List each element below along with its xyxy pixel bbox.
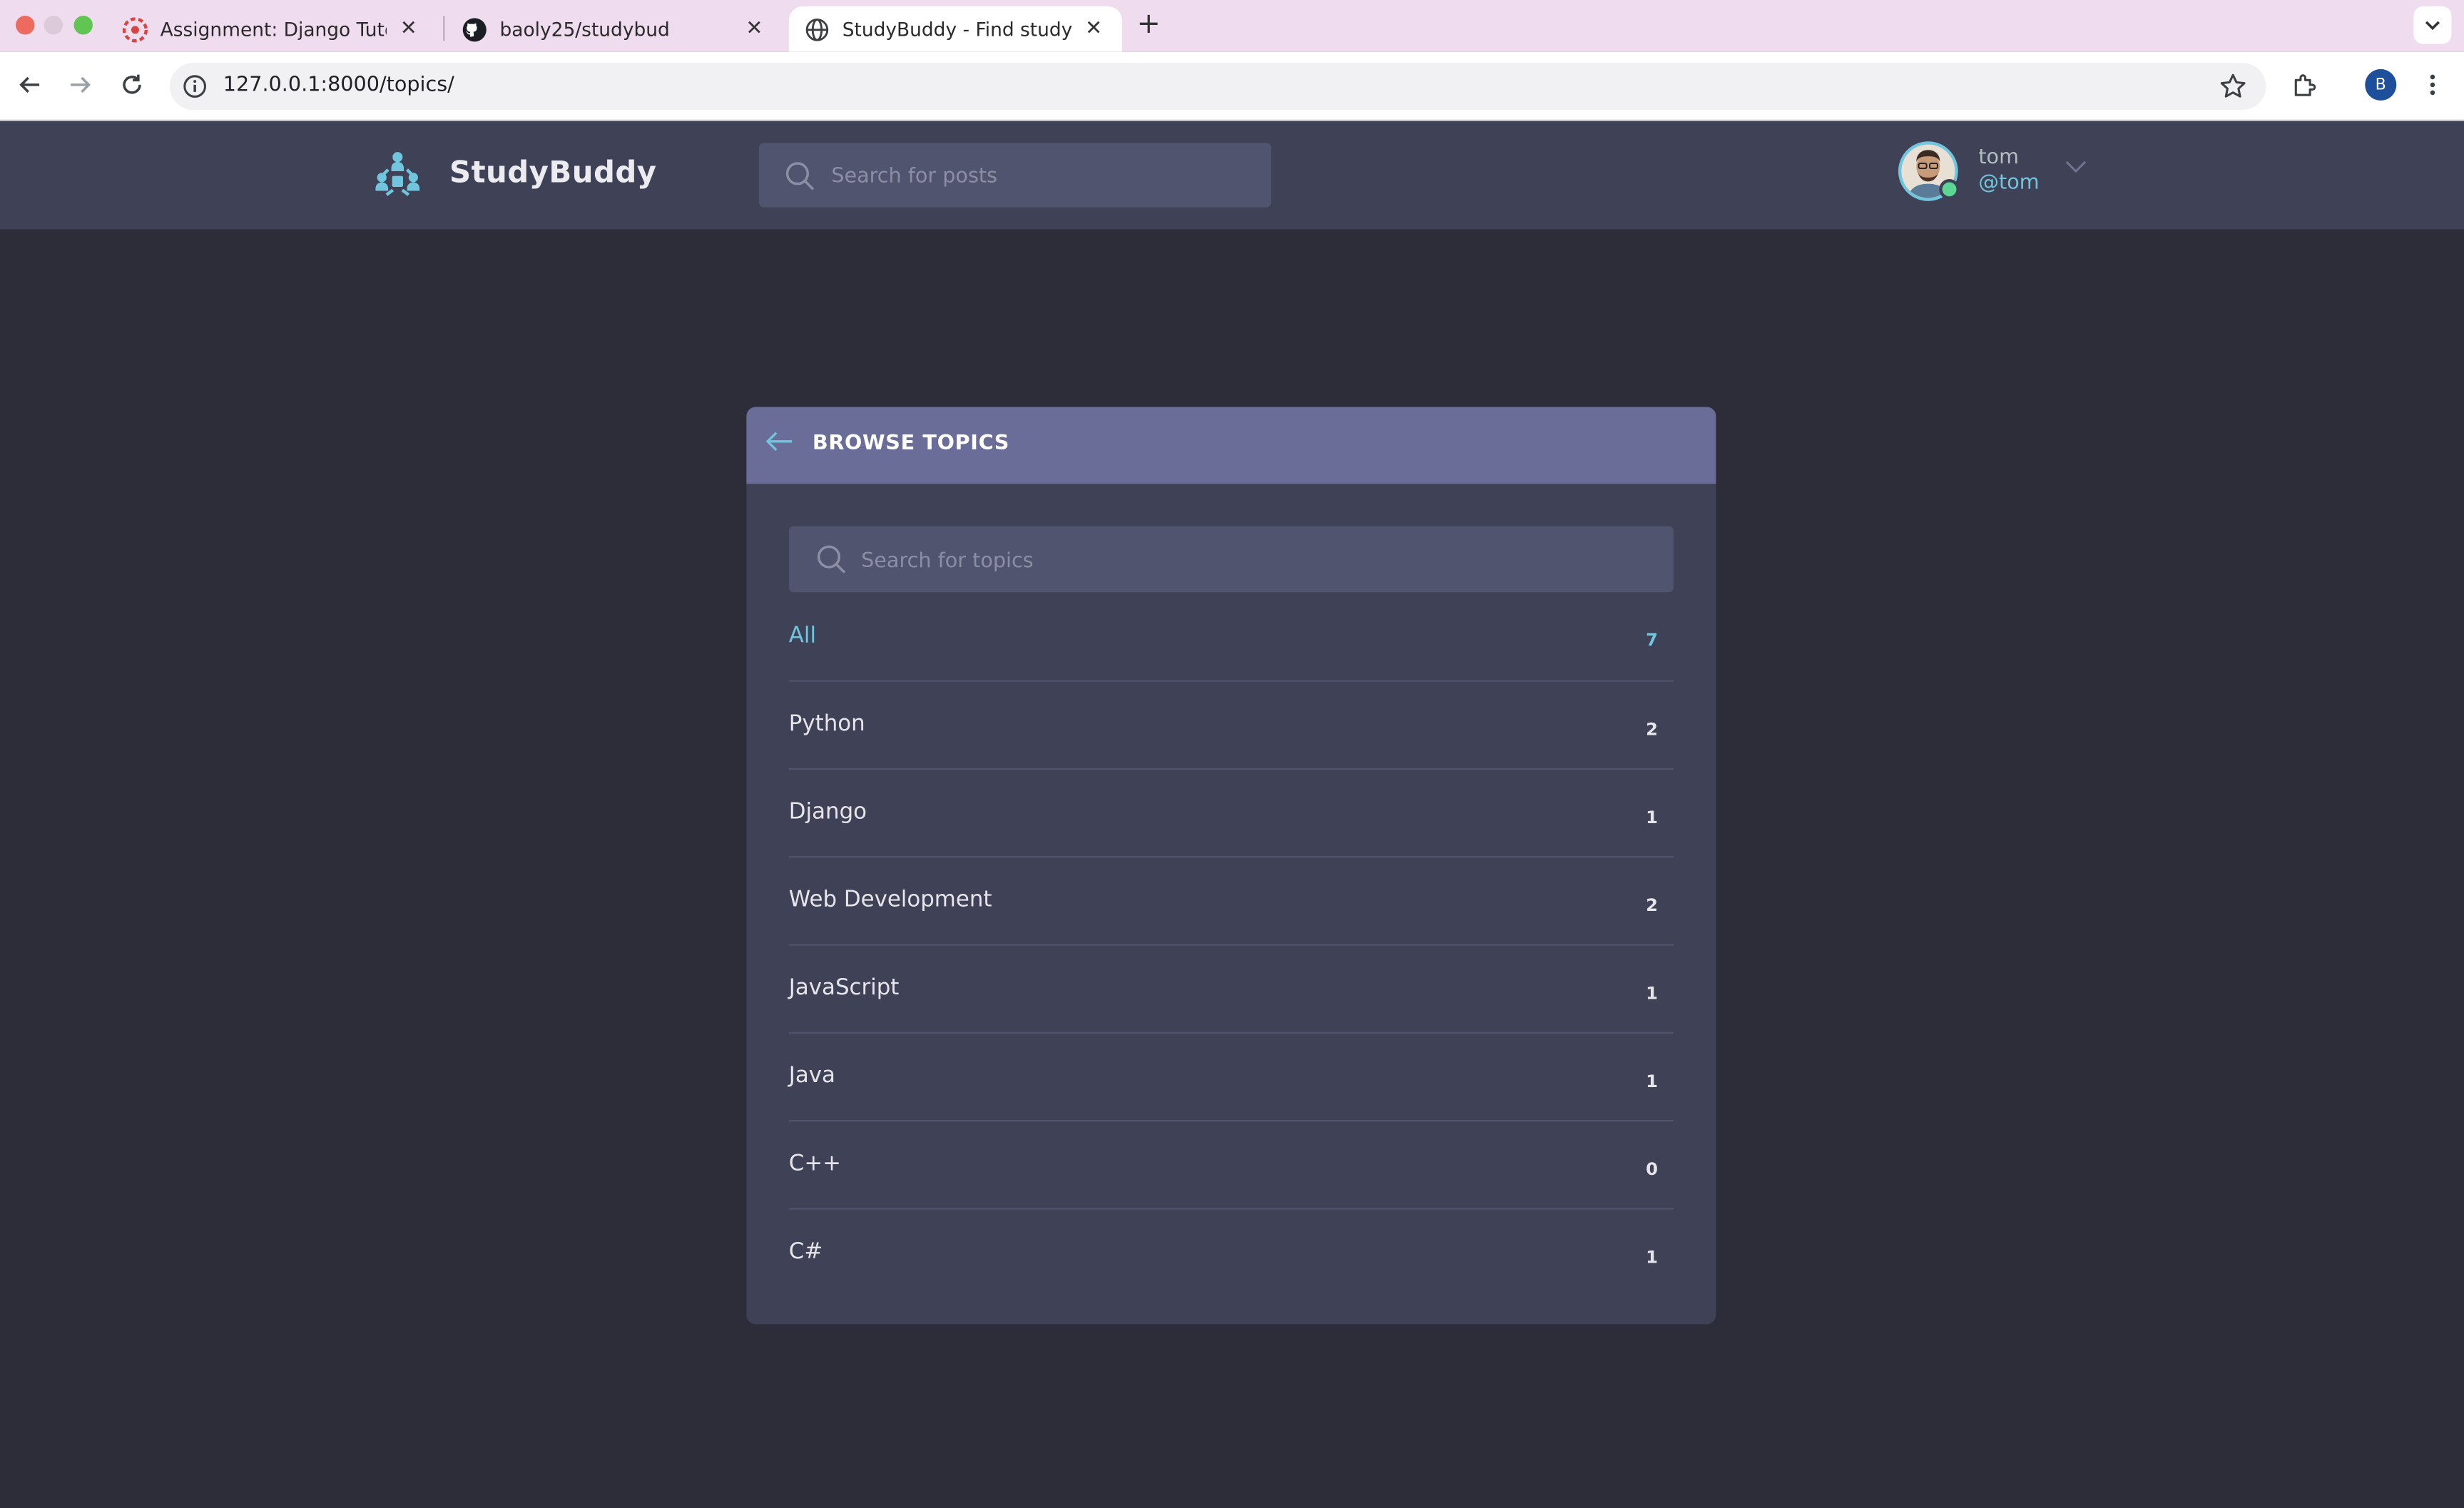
tab-close-icon[interactable]: ✕ bbox=[396, 17, 421, 41]
topic-search-input[interactable] bbox=[857, 526, 1650, 596]
tab-close-icon[interactable]: ✕ bbox=[742, 17, 767, 41]
window-zoom-button[interactable] bbox=[73, 16, 93, 35]
post-search-bar[interactable] bbox=[758, 143, 1272, 211]
browser-menu-button[interactable] bbox=[2417, 69, 2448, 101]
forward-button[interactable] bbox=[64, 69, 96, 101]
browser-toolbar: 127.0.0.1:8000/topics/ B bbox=[0, 51, 2464, 121]
topic-name: Python bbox=[788, 711, 865, 737]
topic-count: 1 bbox=[1646, 807, 1658, 828]
user-avatar-wrapper bbox=[1898, 141, 1960, 201]
post-search-input[interactable] bbox=[828, 143, 1259, 211]
topic-count: 7 bbox=[1646, 630, 1658, 651]
topic-name: All bbox=[788, 623, 817, 649]
address-bar[interactable]: 127.0.0.1:8000/topics/ bbox=[169, 63, 2266, 111]
user-menu[interactable]: tom @tom bbox=[1898, 141, 2102, 204]
reload-icon bbox=[123, 74, 141, 94]
topic-name: C++ bbox=[788, 1151, 842, 1177]
topic-count: 1 bbox=[1646, 983, 1658, 1004]
bookmark-star-icon[interactable] bbox=[2219, 72, 2247, 101]
topic-list: All 7 Python 2 Django 1 Web Development … bbox=[788, 593, 1674, 1298]
topic-search-bar[interactable] bbox=[788, 526, 1674, 596]
topic-item-java[interactable]: Java 1 bbox=[788, 1034, 1674, 1122]
new-tab-button[interactable]: + bbox=[1134, 9, 1163, 41]
back-button[interactable] bbox=[14, 69, 46, 101]
user-handle: @tom bbox=[1978, 171, 2040, 195]
topic-item-csharp[interactable]: C# 1 bbox=[789, 1210, 1674, 1298]
topic-name: Web Development bbox=[788, 887, 992, 913]
puzzle-icon bbox=[2294, 74, 2316, 96]
topic-item-python[interactable]: Python 2 bbox=[788, 682, 1674, 770]
tab-title: baoly25/studybud bbox=[499, 18, 670, 41]
arrow-left-icon bbox=[19, 76, 40, 93]
topic-name: Java bbox=[788, 1063, 835, 1089]
globe-icon bbox=[805, 16, 830, 41]
extensions-button[interactable] bbox=[2289, 69, 2321, 101]
online-status-dot bbox=[1939, 179, 1960, 200]
browser-tab[interactable]: Assignment: Django Tutorial p ✕ bbox=[107, 6, 437, 52]
topic-count: 1 bbox=[1646, 1071, 1658, 1092]
topic-count: 2 bbox=[1646, 719, 1658, 740]
info-icon[interactable] bbox=[183, 73, 208, 98]
chevron-down-icon[interactable] bbox=[2063, 154, 2088, 179]
url-text: 127.0.0.1:8000/topics/ bbox=[223, 73, 454, 98]
window-minimize-button[interactable] bbox=[44, 16, 63, 35]
topic-item-javascript[interactable]: JavaScript 1 bbox=[788, 946, 1674, 1034]
topic-item-all[interactable]: All 7 bbox=[788, 593, 1674, 682]
topic-name: JavaScript bbox=[788, 975, 900, 1001]
card-title: BROWSE TOPICS bbox=[812, 432, 1010, 456]
topic-count: 0 bbox=[1646, 1159, 1658, 1180]
app-header: StudyBuddy Search for posts tom @tom bbox=[0, 121, 2464, 230]
profile-avatar-button[interactable]: B bbox=[2365, 68, 2397, 101]
topic-item-web-development[interactable]: Web Development 2 bbox=[788, 857, 1674, 946]
browse-topics-card: BROWSE TOPICS All 7 Python 2 Django 1 We… bbox=[746, 407, 1716, 1325]
topic-count: 1 bbox=[1646, 1247, 1658, 1268]
kebab-menu-icon bbox=[2430, 74, 2435, 96]
browser-tab-strip: Assignment: Django Tutorial p ✕ baoly25/… bbox=[0, 0, 2464, 52]
card-header: BROWSE TOPICS bbox=[746, 407, 1716, 484]
studybuddy-logo-icon[interactable] bbox=[371, 148, 424, 201]
user-name: tom bbox=[1978, 146, 2019, 170]
topic-item-cpp[interactable]: C++ 0 bbox=[788, 1121, 1674, 1210]
tab-close-icon[interactable]: ✕ bbox=[1081, 17, 1106, 41]
reload-button[interactable] bbox=[116, 69, 148, 101]
brand-name[interactable]: StudyBuddy bbox=[449, 156, 656, 190]
search-icon bbox=[817, 545, 846, 574]
chevron-down-icon bbox=[2425, 21, 2440, 31]
tab-search-button[interactable] bbox=[2413, 6, 2452, 44]
window-close-button[interactable] bbox=[16, 16, 35, 35]
ucsd-logo-icon bbox=[122, 16, 148, 42]
browser-tab-active[interactable]: StudyBuddy - Find study part ✕ bbox=[788, 6, 1122, 52]
search-icon bbox=[785, 162, 815, 190]
arrow-right-icon bbox=[71, 76, 91, 93]
tab-separator bbox=[443, 16, 445, 41]
tab-title: Assignment: Django Tutorial p bbox=[160, 18, 387, 41]
back-arrow-icon[interactable] bbox=[764, 426, 795, 457]
topic-name: C# bbox=[788, 1239, 823, 1265]
topic-item-django[interactable]: Django 1 bbox=[788, 770, 1674, 858]
topic-name: Django bbox=[788, 799, 867, 825]
tab-title: StudyBuddy - Find study part bbox=[842, 18, 1072, 41]
github-icon bbox=[462, 16, 487, 41]
browser-tab[interactable]: baoly25/studybud ✕ bbox=[447, 6, 783, 52]
topic-count: 2 bbox=[1646, 895, 1658, 916]
